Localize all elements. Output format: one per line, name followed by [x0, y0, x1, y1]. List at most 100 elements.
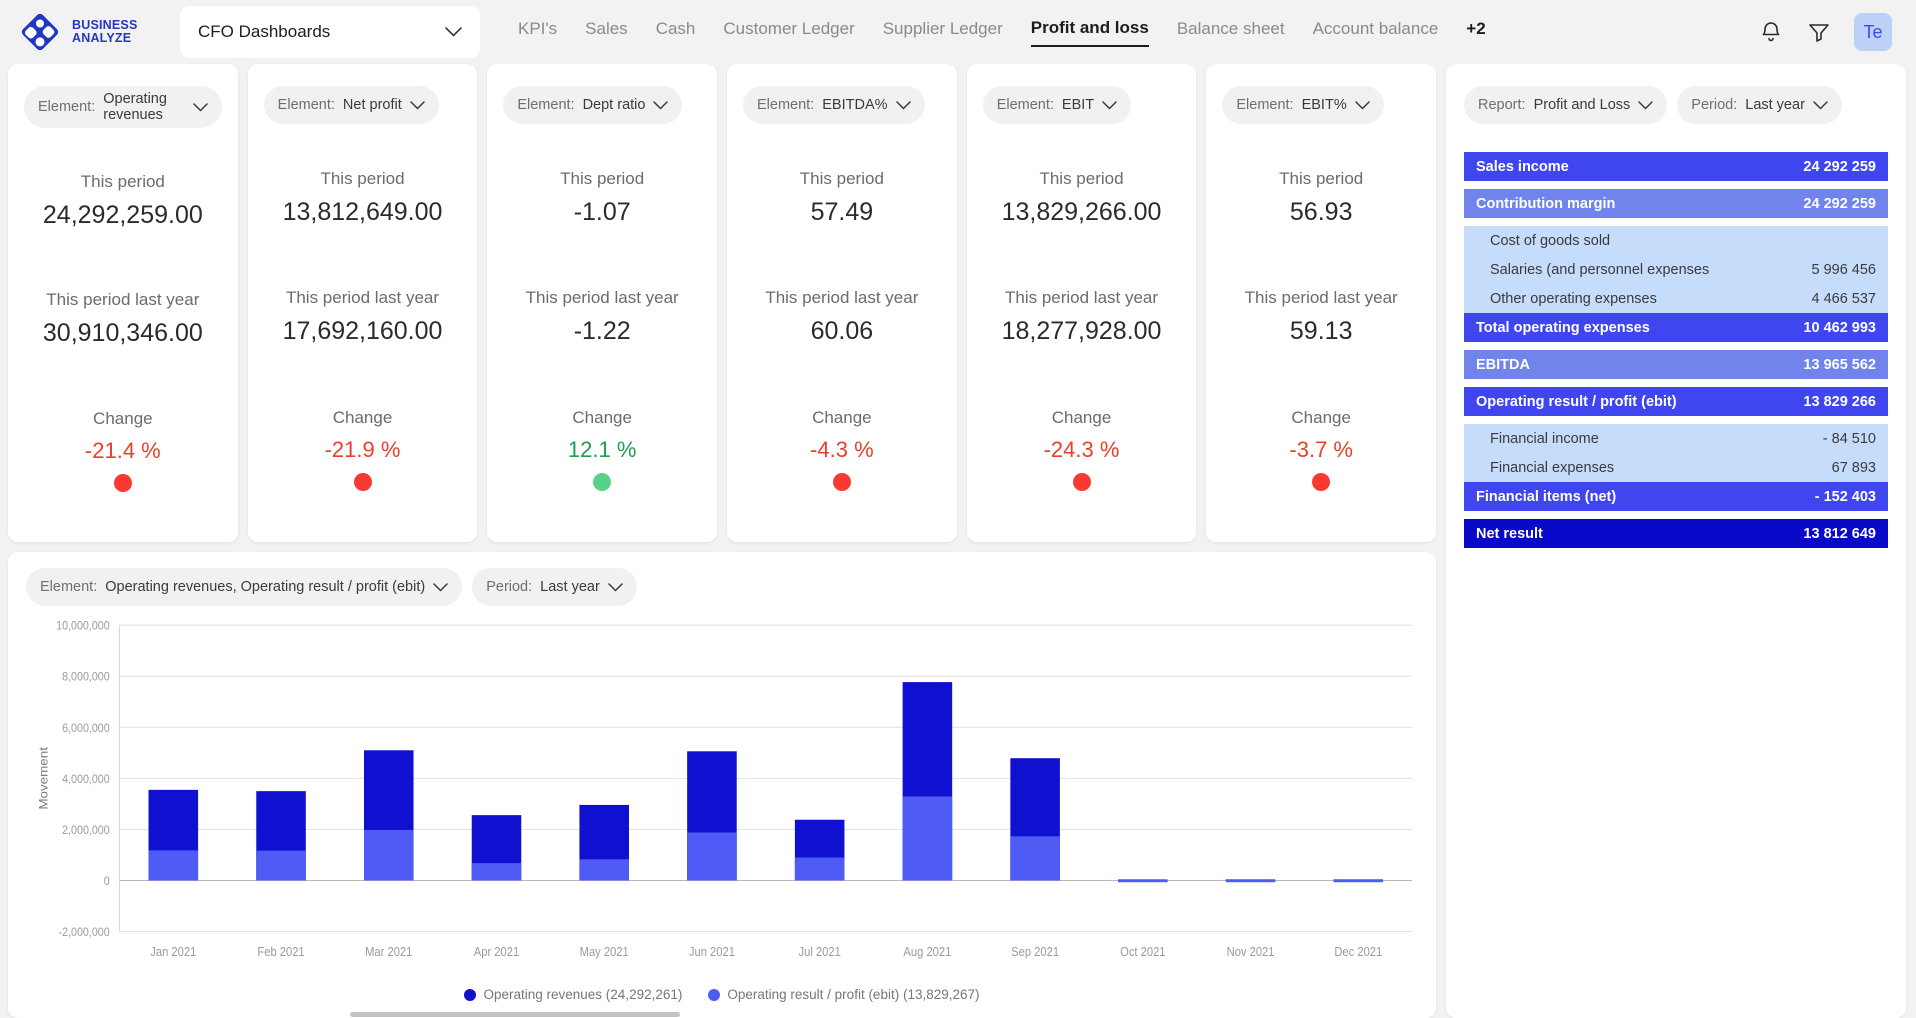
kpi-card-ebit: Element: EBIT This period 13,829,266.00 This… [966, 64, 1197, 542]
tab-profit-and-loss[interactable]: Profit and loss [1030, 18, 1149, 47]
report-row[interactable]: Total operating expenses 10 462 993 [1464, 313, 1888, 342]
bar-operating-result[interactable] [471, 863, 522, 881]
kpi-last-year-label: This period last year [1004, 288, 1159, 308]
report-row[interactable]: Contribution margin 24 292 259 [1464, 189, 1888, 218]
kpi-this-period-value: 13,812,649.00 [282, 197, 443, 226]
tab-sales[interactable]: Sales [585, 19, 628, 46]
kpi-last-year-value: -1.22 [573, 317, 631, 346]
tab-cash[interactable]: Cash [656, 19, 696, 46]
x-axis-tick-label: Feb 2021 [257, 944, 305, 959]
bar-operating-result[interactable] [1225, 879, 1276, 883]
report-row[interactable]: Net result 13 812 649 [1464, 519, 1888, 548]
tab-balance-sheet[interactable]: Balance sheet [1177, 19, 1285, 46]
report-row[interactable]: Financial expenses 67 893 [1464, 453, 1888, 482]
x-axis-tick-label: May 2021 [580, 944, 629, 959]
chart-period-filter[interactable]: Period: Last year [472, 568, 637, 606]
kpi-change: Change -3.7 % [1222, 408, 1420, 492]
kpi-card-net-profit: Element: Net profit This period 13,812,649.… [247, 64, 478, 542]
bar-operating-result[interactable] [363, 829, 414, 881]
brand-line-2: ANALYZE [72, 31, 132, 45]
kpi-change-value: 12.1 % [567, 437, 637, 463]
bar-operating-result[interactable] [1118, 879, 1168, 883]
kpi-this-period-label: This period [1279, 168, 1364, 188]
bar-operating-result[interactable] [1333, 879, 1384, 883]
chart-element-filter[interactable]: Element: Operating revenues, Operating r… [26, 568, 463, 606]
kpi-last-year-value: 60.06 [810, 317, 874, 346]
kpi-change: Change -21.9 % [264, 408, 462, 492]
y-axis-tick-label: 6,000,000 [62, 722, 110, 735]
kpi-last-year-label: This period last year [285, 288, 440, 308]
bar-chart: 10,000,000 8,000,000 6,000,000 4,000,000 2,0… [26, 614, 1418, 983]
kpi-element-filter-value: Operating revenues [103, 90, 167, 123]
kpi-element-filter[interactable]: Element: EBIT [982, 86, 1132, 124]
kpi-element-filter[interactable]: Element: Operating revenues [24, 86, 222, 128]
kpi-last-year-label: This period last year [1244, 288, 1398, 308]
bar-operating-result[interactable] [687, 832, 737, 881]
bar-operating-result[interactable] [1010, 836, 1060, 881]
kpi-element-filter[interactable]: Element: EBITDA% [743, 86, 925, 124]
filter-icon[interactable] [1806, 19, 1832, 45]
report-row[interactable]: EBITDA 13 965 562 [1464, 350, 1888, 379]
chevron-down-icon [192, 102, 208, 112]
x-axis-tick-label: Jul 2021 [799, 944, 842, 959]
legend-item[interactable]: Operating revenues (24,292,261) [464, 987, 682, 1002]
report-row[interactable]: Operating result / profit (ebit) 13 829 2… [1464, 387, 1888, 416]
app-logo[interactable]: BUSINESS ANALYZE [18, 10, 168, 54]
report-row[interactable]: Cost of goods sold [1464, 226, 1888, 255]
report-row[interactable]: Financial items (net) - 152 403 [1464, 482, 1888, 511]
more-tabs-button[interactable]: +2 [1466, 19, 1485, 46]
y-axis-tick-label: 4,000,000 [62, 773, 110, 786]
kpi-last-year-label: This period last year [525, 288, 679, 308]
tab-kpi-s[interactable]: KPI's [518, 19, 557, 46]
legend-label: Operating revenues (24,292,261) [483, 987, 683, 1002]
kpi-element-filter-label: Element: [996, 97, 1054, 113]
bar-operating-result[interactable] [148, 850, 199, 881]
report-filter[interactable]: Report: Profit and Loss [1464, 86, 1668, 124]
y-axis-tick-label: 10,000,000 [56, 620, 110, 633]
kpi-element-filter[interactable]: Element: Net profit [263, 86, 439, 124]
report-period-filter[interactable]: Period: Last year [1677, 86, 1842, 124]
report-row[interactable]: Salaries (and personnel expenses 5 996 45… [1464, 255, 1888, 284]
report-row[interactable]: Other operating expenses 4 466 537 [1464, 284, 1888, 313]
kpi-element-filter[interactable]: Element: Dept ratio [503, 86, 683, 124]
report-row[interactable]: Financial income - 84 510 [1464, 424, 1888, 453]
chevron-down-icon [895, 100, 911, 110]
kpi-body: This period 56.93 This period last year 59.… [1222, 124, 1420, 522]
kpi-change-value: -21.9 % [324, 437, 401, 463]
horizontal-scrollbar[interactable] [350, 1012, 680, 1017]
kpi-change-value: -3.7 % [1289, 437, 1353, 463]
legend-color-swatch [464, 988, 477, 1001]
kpi-element-filter-value: EBIT% [1301, 96, 1347, 113]
dashboard-selector[interactable]: CFO Dashboards [180, 6, 480, 58]
report-row-value: 67 893 [1831, 459, 1876, 476]
kpi-element-filter[interactable]: Element: EBIT% [1222, 86, 1384, 124]
kpi-element-filter-label: Element: [38, 99, 96, 115]
bar-operating-result[interactable] [902, 796, 953, 881]
avatar[interactable]: Te [1854, 13, 1892, 51]
status-badge [353, 473, 372, 492]
dashboard-selector-value: CFO Dashboards [198, 22, 331, 41]
kpi-last-year-value: 30,910,346.00 [42, 319, 203, 348]
chevron-down-icon [608, 582, 623, 592]
report-row-label: Financial items (net) [1476, 488, 1617, 505]
bar-operating-result[interactable] [256, 850, 306, 881]
chart-panel: Element: Operating revenues, Operating r… [8, 552, 1436, 1018]
report-row-value: 10 462 993 [1803, 319, 1876, 336]
kpi-last-year-label: This period last year [765, 288, 919, 308]
tab-customer-ledger[interactable]: Customer Ledger [723, 19, 854, 46]
legend-item[interactable]: Operating result / profit (ebit) (13,829… [708, 987, 980, 1002]
report-row-value: 5 996 456 [1811, 261, 1876, 278]
tab-supplier-ledger[interactable]: Supplier Ledger [883, 19, 1003, 46]
report-filter-value: Profit and Loss [1533, 96, 1631, 113]
report-row-spacer [1464, 218, 1888, 226]
kpi-element-filter-value: EBITDA% [822, 96, 888, 113]
tab-account-balance[interactable]: Account balance [1313, 19, 1439, 46]
bar-operating-result[interactable] [579, 859, 629, 881]
bell-icon[interactable] [1758, 19, 1784, 45]
bar-operating-result[interactable] [794, 857, 845, 881]
report-row[interactable]: Sales income 24 292 259 [1464, 152, 1888, 181]
kpi-last-year-value: 59.13 [1289, 317, 1353, 346]
kpi-last-year-value: 17,692,160.00 [282, 317, 443, 346]
kpi-card-dept-ratio: Element: Dept ratio This period -1.07 This p… [487, 64, 718, 542]
kpi-this-period: This period -1.07 [503, 169, 701, 227]
